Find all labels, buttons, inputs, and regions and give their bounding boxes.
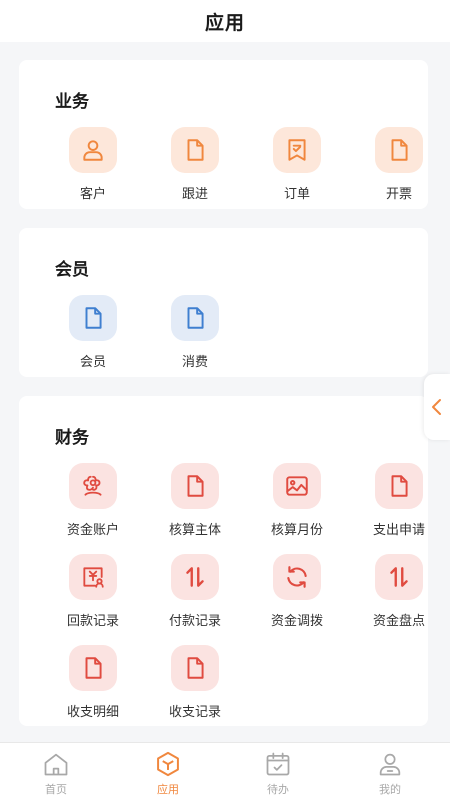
app-tile-label: 付款记录 [168, 614, 221, 629]
apps-cube-icon [153, 749, 183, 779]
profile-icon [375, 749, 405, 779]
customer-icon [69, 127, 117, 173]
business-section: 业务 客户 跟进 订单 开票 [19, 60, 428, 209]
document-icon [69, 295, 117, 341]
document-icon [171, 127, 219, 173]
app-tile-label: 订单 [283, 187, 310, 202]
app-tile-label: 支出申请 [372, 523, 425, 538]
image-icon [273, 463, 321, 509]
app-tile-member[interactable]: 会员 [44, 295, 134, 375]
app-tile-label: 回款记录 [66, 614, 119, 629]
tab-label: 应用 [157, 783, 179, 796]
app-tile-consumption[interactable]: 消费 [146, 295, 236, 375]
calendar-check-icon [263, 749, 293, 779]
app-tile-label: 会员 [79, 355, 106, 370]
page-title: 应用 [204, 11, 245, 34]
flower-icon [69, 463, 117, 509]
app-tile-follow-up[interactable]: 跟进 [146, 127, 236, 207]
app-tile-payment-record[interactable]: 付款记录 [146, 554, 236, 634]
bottom-tab-bar: 首页 应用 待办 我的 [0, 742, 450, 800]
app-tile-label: 开票 [385, 187, 412, 202]
app-tile-label: 资金账户 [66, 523, 119, 538]
finance-section: 财务 资金账户 核算主体 核算月份 支出申请 回款记录 付款记录 资金调拨 资金… [19, 396, 428, 726]
document-icon [69, 645, 117, 691]
document-icon [171, 645, 219, 691]
app-tile-payment-received[interactable]: 回款记录 [44, 554, 134, 634]
tab-todo[interactable]: 待办 [222, 743, 334, 800]
document-icon [171, 295, 219, 341]
app-tile-label: 消费 [181, 355, 208, 370]
payment-return-icon [69, 554, 117, 600]
member-section-title: 会员 [55, 260, 89, 280]
app-tile-label: 资金调拨 [270, 614, 323, 629]
refresh-icon [273, 554, 321, 600]
chevron-left-icon [432, 399, 441, 415]
app-tile-fund-inventory[interactable]: 资金盘点 [350, 554, 440, 634]
tab-apps[interactable]: 应用 [112, 743, 224, 800]
app-tile-label: 收支明细 [66, 705, 119, 720]
app-tile-income-expense-record[interactable]: 收支记录 [146, 645, 236, 725]
document-icon [375, 463, 423, 509]
app-tile-order[interactable]: 订单 [248, 127, 338, 207]
order-icon [273, 127, 321, 173]
document-icon [171, 463, 219, 509]
app-tile-label: 核算月份 [270, 523, 323, 538]
app-tile-label: 收支记录 [168, 705, 221, 720]
transfer-arrows-icon [375, 554, 423, 600]
app-header: 应用 [0, 0, 450, 42]
tab-label: 首页 [45, 783, 67, 796]
finance-section-title: 财务 [55, 428, 89, 448]
document-icon [375, 127, 423, 173]
app-tile-label: 核算主体 [168, 523, 221, 538]
app-tile-label: 资金盘点 [372, 614, 425, 629]
tab-label: 待办 [267, 783, 289, 796]
app-tile-label: 跟进 [181, 187, 208, 202]
side-drawer-handle[interactable] [424, 374, 450, 440]
app-tile-fund-account[interactable]: 资金账户 [44, 463, 134, 543]
member-section: 会员 会员 消费 [19, 228, 428, 377]
app-tile-label: 客户 [79, 187, 106, 202]
app-tile-income-expense-detail[interactable]: 收支明细 [44, 645, 134, 725]
app-tile-accounting-month[interactable]: 核算月份 [248, 463, 338, 543]
app-tile-customer[interactable]: 客户 [44, 127, 134, 207]
app-tile-accounting-entity[interactable]: 核算主体 [146, 463, 236, 543]
business-section-title: 业务 [55, 92, 89, 112]
app-tile-fund-transfer[interactable]: 资金调拨 [248, 554, 338, 634]
app-tile-expense-request[interactable]: 支出申请 [350, 463, 440, 543]
tab-label: 我的 [379, 783, 401, 796]
tab-profile[interactable]: 我的 [334, 743, 446, 800]
transfer-arrows-icon [171, 554, 219, 600]
home-icon [41, 749, 71, 779]
tab-home[interactable]: 首页 [0, 743, 112, 800]
app-tile-invoice[interactable]: 开票 [350, 127, 440, 207]
